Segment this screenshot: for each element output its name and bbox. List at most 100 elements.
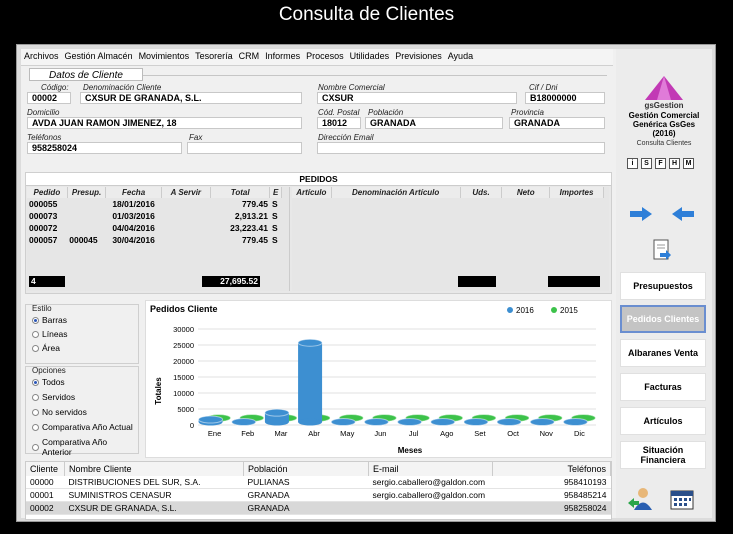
radio-indicator[interactable] (32, 344, 39, 352)
menu-informes[interactable]: Informes (262, 49, 303, 61)
cell-total: 779.45 (241, 235, 268, 245)
domicilio-label: Domicilio (27, 108, 60, 117)
col-total[interactable]: Total (210, 187, 271, 198)
menu-procesos[interactable]: Procesos (303, 49, 347, 61)
bar-2016-Ago (430, 418, 456, 426)
col-aservir[interactable]: A Servir (161, 187, 211, 198)
provincia-field[interactable]: GRANADA (509, 117, 605, 129)
col-importes[interactable]: Importes (549, 187, 604, 198)
calendar-icon[interactable] (670, 488, 694, 510)
nav-articulos-button[interactable]: Artículos (620, 407, 706, 435)
table-row[interactable]: 00000 DISTRIBUCIONES DEL SUR, S.A. PULIANA… (26, 476, 611, 489)
cif-field[interactable]: B18000000 (525, 92, 605, 104)
table-row[interactable]: 00002 CXSUR DE GRANADA, S.L. GRANADA 958258… (26, 501, 611, 515)
x-tick-label: Oct (507, 429, 520, 438)
telefonos-field[interactable]: 958258024 (27, 142, 182, 154)
col-neto[interactable]: Neto (501, 187, 551, 198)
email-field[interactable] (317, 142, 605, 154)
radio-no-servidos[interactable]: No servidos (32, 407, 87, 417)
menu-tesoreria[interactable]: Tesorería (192, 49, 236, 61)
col-denominacion[interactable]: Denominación Artículo (331, 187, 461, 198)
arrow-right-icon[interactable] (630, 207, 652, 221)
legend-label-2015: 2015 (560, 306, 578, 315)
cell-aservir (161, 198, 210, 210)
col-telefonos[interactable]: Teléfonos (492, 462, 611, 476)
col-nombre-cliente[interactable]: Nombre Cliente (64, 462, 244, 476)
orders-grid: Pedido Presup. Fecha A Servir Total E 00… (27, 187, 290, 291)
poblacion-field[interactable]: GRANADA (365, 117, 503, 129)
radio-indicator[interactable] (32, 408, 39, 416)
bar-2016-Jun (363, 418, 389, 426)
table-row[interactable]: 000057 000045 30/04/2016 779.45 S (27, 234, 282, 246)
y-tick-label: 15000 (173, 373, 194, 382)
nav-albaranes-venta-button[interactable]: Albaranes Venta (620, 339, 706, 367)
cell-presup (67, 198, 106, 210)
radio-indicator[interactable] (32, 423, 39, 431)
radio-todos[interactable]: Todos (32, 377, 65, 387)
radio-lineas[interactable]: Líneas (32, 329, 68, 339)
menu-archivos[interactable]: Archivos (21, 49, 62, 61)
radio-servidos[interactable]: Servidos (32, 392, 75, 402)
col-e[interactable]: E (269, 187, 282, 198)
menu-previsiones[interactable]: Previsiones (392, 49, 445, 61)
domicilio-field[interactable]: AVDA JUAN RAMON JIMENEZ, 18 (27, 117, 302, 129)
menu-gestion-almacen[interactable]: Gestión Almacén (62, 49, 136, 61)
nav-presupuestos-button[interactable]: Presupuestos (620, 272, 706, 300)
cell-pedido: 000057 (29, 235, 58, 245)
bar-top (463, 418, 489, 426)
info-icon[interactable]: i (627, 158, 638, 169)
codigo-field[interactable]: 00002 (27, 92, 71, 104)
radio-indicator[interactable] (32, 378, 39, 386)
cell-total: 779.45 (241, 199, 268, 209)
radio-barras[interactable]: Barras (32, 315, 67, 325)
menu-bar: Archivos Gestión Almacén Movimientos Tesore… (21, 49, 613, 66)
product-line-2: Genérica GsGes (632, 120, 696, 129)
bar-2016-Feb (231, 418, 257, 426)
table-row[interactable]: 00001 SUMINISTROS CENASUR GRANADA sergio.ca… (26, 488, 611, 502)
col-poblacion[interactable]: Población (243, 462, 369, 476)
menu-utilidades[interactable]: Utilidades (347, 49, 393, 61)
clients-table-panel: Cliente Nombre Cliente Población E-mail … (25, 461, 612, 520)
arrow-left-icon[interactable] (672, 207, 694, 221)
menu-ayuda[interactable]: Ayuda (445, 49, 476, 61)
export-document-icon[interactable] (652, 239, 672, 261)
fax-field[interactable] (187, 142, 302, 154)
radio-indicator[interactable] (32, 393, 39, 401)
nav-facturas-button[interactable]: Facturas (620, 373, 706, 401)
codigo-label: Código: (41, 83, 69, 92)
col-articulo[interactable]: Artículo (292, 187, 332, 198)
radio-comparativa-anterior[interactable]: Comparativa Año Anterior (32, 437, 138, 457)
radio-indicator[interactable] (32, 443, 39, 451)
help-icon[interactable]: H (669, 158, 680, 169)
col-fecha[interactable]: Fecha (105, 187, 162, 198)
x-tick-label: Feb (241, 429, 254, 438)
table-row[interactable]: 000073 01/03/2016 2,913.21 S (27, 210, 282, 222)
s-icon[interactable]: S (641, 158, 652, 169)
nav-pedidos-clientes-button[interactable]: Pedidos Clientes (620, 305, 706, 333)
screen-subtitle: Consulta Clientes (636, 140, 692, 147)
user-exit-icon[interactable] (628, 487, 654, 511)
radio-indicator[interactable] (32, 316, 39, 324)
col-email[interactable]: E-mail (368, 462, 493, 476)
radio-indicator[interactable] (32, 330, 39, 338)
y-tick-label: 10000 (173, 389, 194, 398)
denominacion-field[interactable]: CXSUR DE GRANADA, S.L. (80, 92, 302, 104)
table-row[interactable]: 000072 04/04/2016 23,223.41 S (27, 222, 282, 234)
cell-e: S (271, 223, 278, 233)
m-icon[interactable]: M (683, 158, 694, 169)
radio-comparativa-actual[interactable]: Comparativa Año Actual (32, 422, 133, 432)
cp-field[interactable]: 18012 (317, 117, 361, 129)
col-uds[interactable]: Uds. (460, 187, 503, 198)
f-icon[interactable]: F (655, 158, 666, 169)
nav-situacion-financiera-button[interactable]: Situación Financiera (620, 441, 706, 469)
nombre-comercial-field[interactable]: CXSUR (317, 92, 517, 104)
radio-area[interactable]: Área (32, 343, 60, 353)
menu-crm[interactable]: CRM (236, 49, 263, 61)
bar-2016-Oct (496, 418, 522, 426)
col-pedido[interactable]: Pedido (27, 187, 68, 198)
col-cliente[interactable]: Cliente (26, 462, 65, 476)
menu-movimientos[interactable]: Movimientos (136, 49, 193, 61)
x-tick-label: Abr (308, 429, 320, 438)
table-row[interactable]: 000055 18/01/2016 779.45 S (27, 198, 282, 210)
col-presup[interactable]: Presup. (67, 187, 107, 198)
